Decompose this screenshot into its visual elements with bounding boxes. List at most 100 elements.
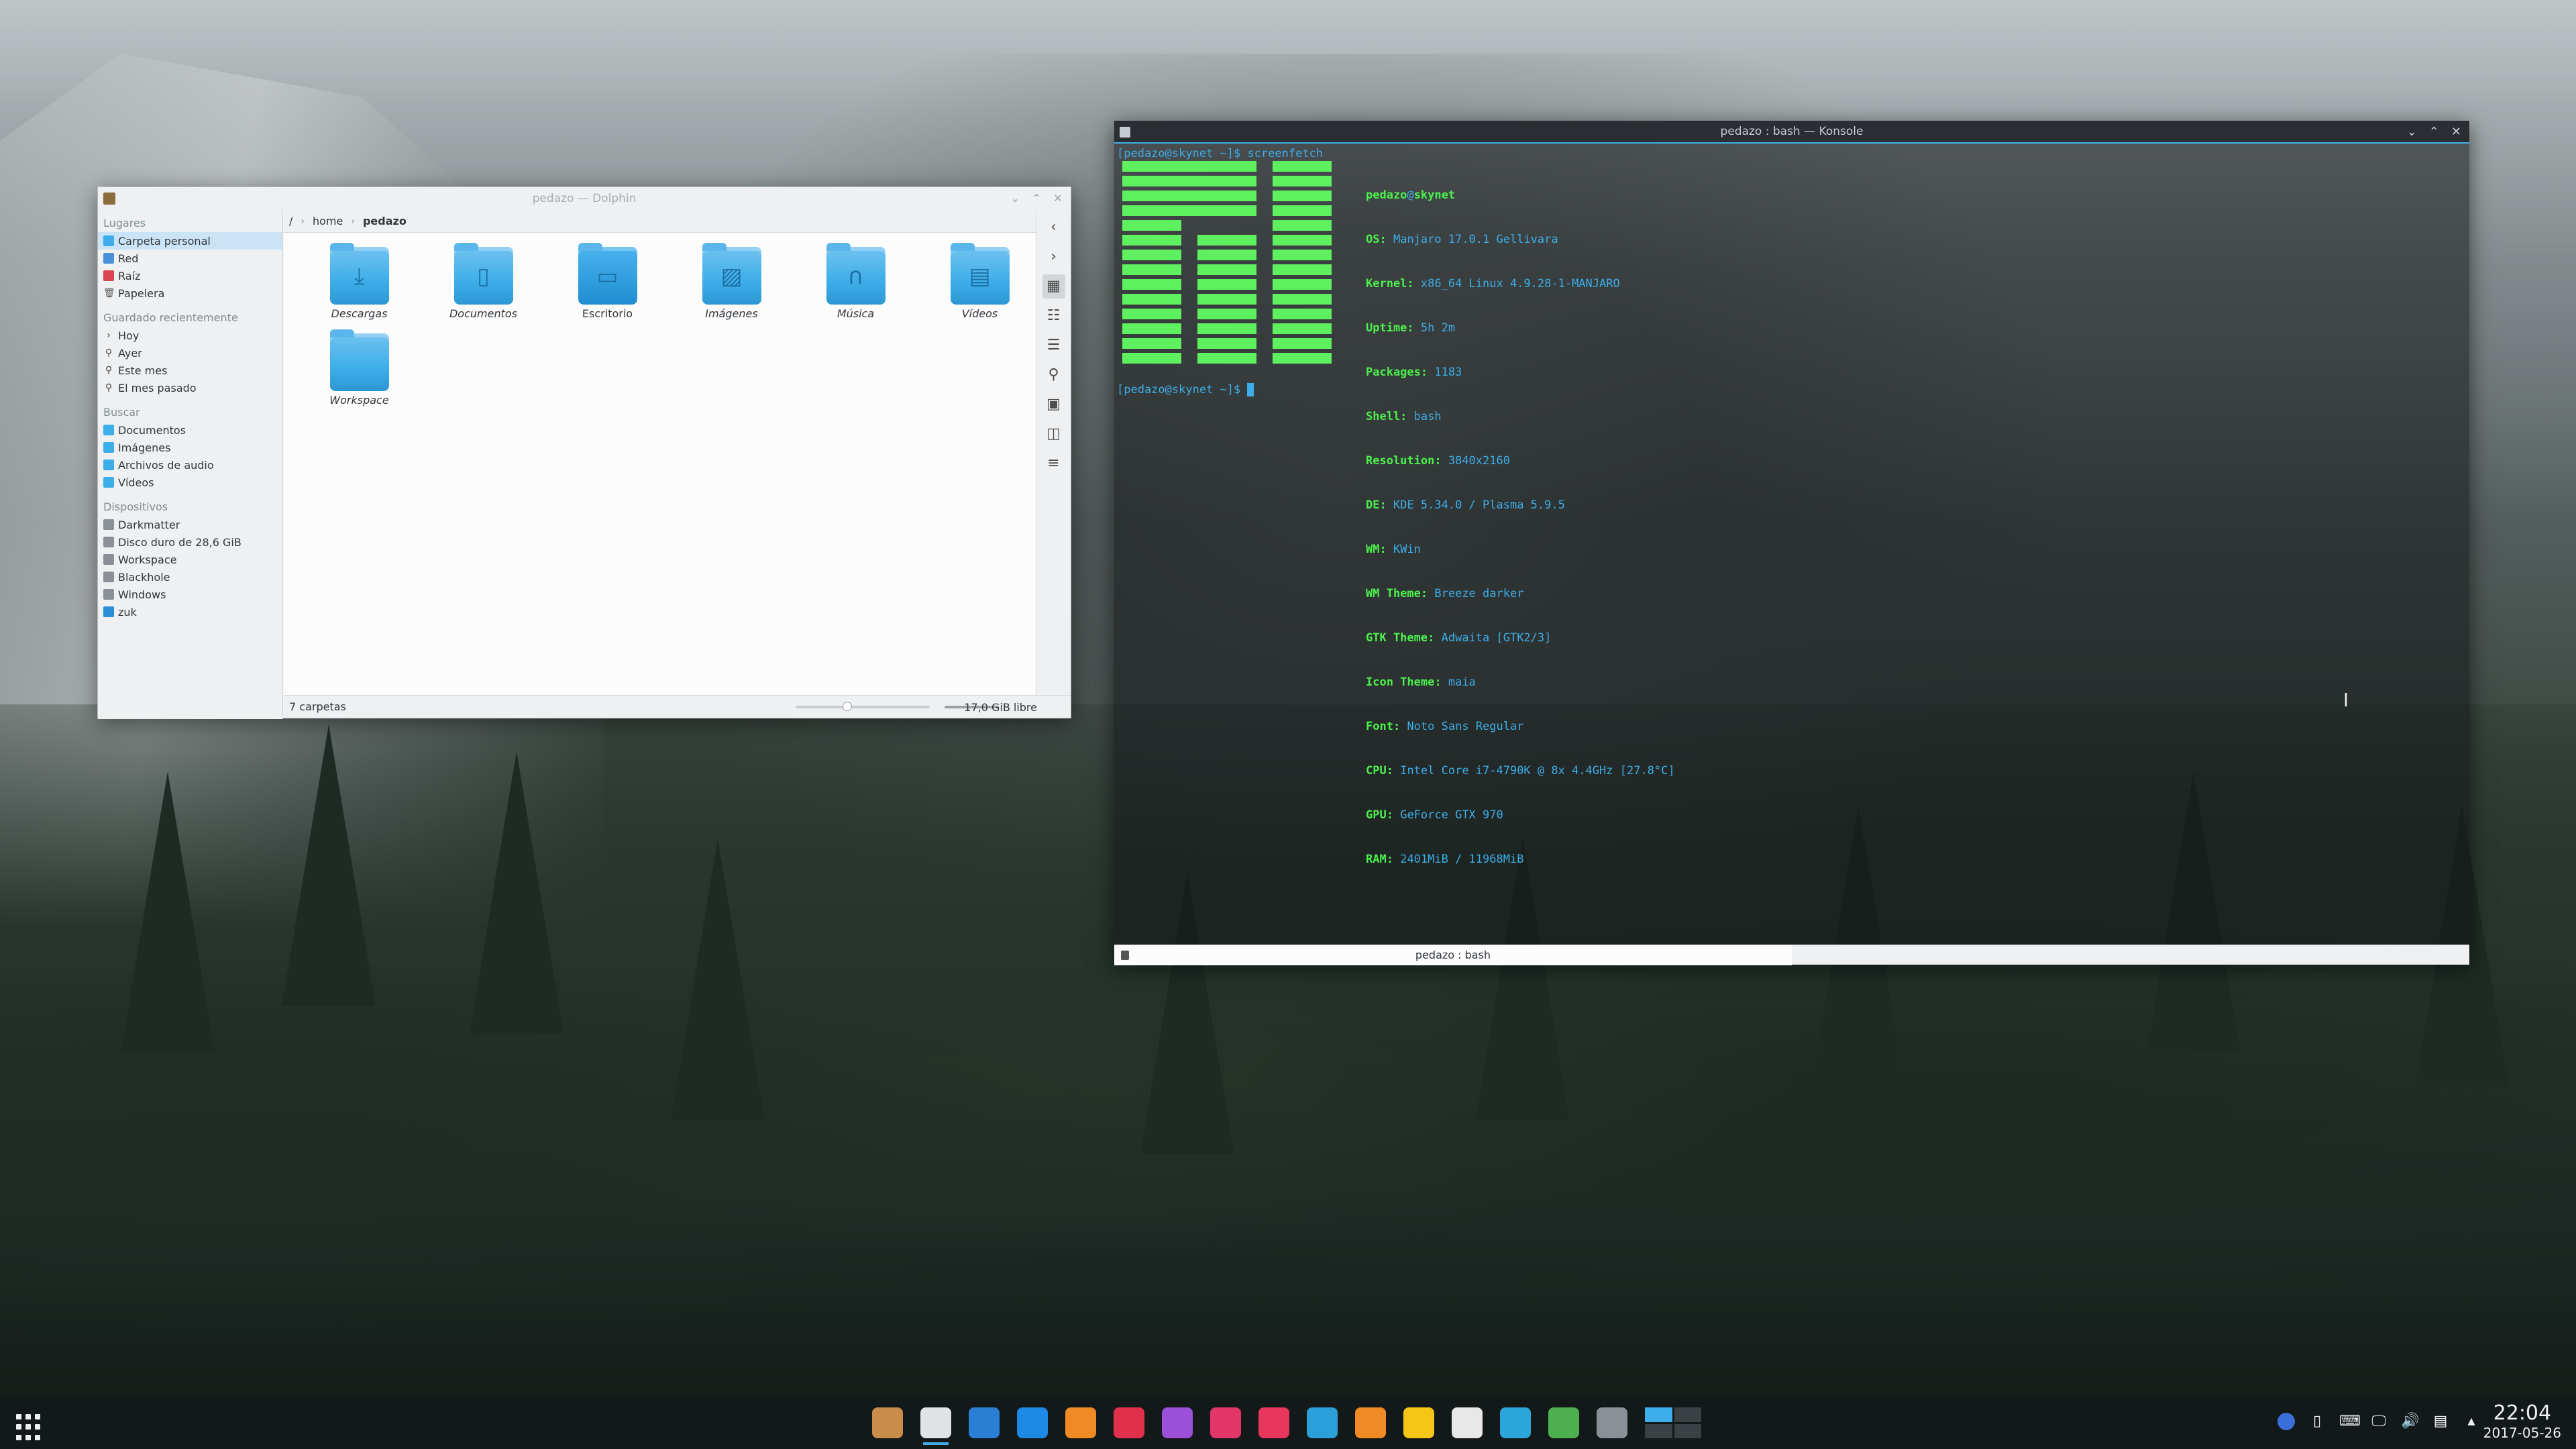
- sidebar-item-documents[interactable]: Documentos: [98, 421, 282, 439]
- info-row: GTK Theme: Adwaita [GTK2/3]: [1366, 631, 1552, 645]
- sidebar-item-trash[interactable]: 🗑 Papelera: [98, 284, 282, 302]
- dolphin-app-icon[interactable]: [103, 193, 115, 205]
- taskbar-app-icon[interactable]: [1597, 1407, 1627, 1438]
- zoom-handle[interactable]: [843, 702, 852, 711]
- search-icon: ⚲: [105, 347, 113, 358]
- close-icon[interactable]: ✕: [1052, 193, 1064, 205]
- taskbar-app-icon[interactable]: [1355, 1407, 1386, 1438]
- browser-tray-icon[interactable]: [2277, 1413, 2295, 1430]
- sidebar-item-last-month[interactable]: ⚲ El mes pasado: [98, 379, 282, 396]
- taskbar-app-icon[interactable]: [872, 1407, 903, 1438]
- compact-view-icon[interactable]: ☷: [1042, 304, 1065, 328]
- dolphin-window[interactable]: pedazo — Dolphin ⌄ ⌃ ✕ Lugares Carpeta p…: [97, 186, 1071, 719]
- sidebar-item-root[interactable]: Raíz: [98, 267, 282, 284]
- folder-item[interactable]: ▤ Vídeos: [918, 243, 1042, 320]
- info-row: Font: Noto Sans Regular: [1366, 720, 1524, 733]
- sidebar-item-label: El mes pasado: [118, 381, 197, 394]
- chevron-right-icon: ›: [107, 330, 111, 341]
- taskbar-app-icon[interactable]: [1210, 1407, 1241, 1438]
- logo-block: [1273, 161, 1332, 368]
- keyboard-icon[interactable]: ⌨: [2339, 1413, 2361, 1430]
- minimize-icon[interactable]: ⌄: [2407, 121, 2417, 143]
- folder-item[interactable]: Workspace: [297, 329, 421, 407]
- folder-item[interactable]: ⤓ Descargas: [297, 243, 421, 320]
- icons-view-icon[interactable]: ▦: [1042, 274, 1065, 299]
- folder-item[interactable]: ▨ Imágenes: [669, 243, 794, 320]
- sidebar-item-yesterday[interactable]: ⚲ Ayer: [98, 344, 282, 362]
- minimize-icon[interactable]: ⌄: [1009, 193, 1021, 205]
- maximize-icon[interactable]: ⌃: [1030, 193, 1042, 205]
- user-host-line: pedazo@skynet: [1366, 188, 1675, 203]
- virtual-desktop-pager[interactable]: [1645, 1407, 1701, 1438]
- breadcrumb-current[interactable]: pedazo: [363, 215, 407, 227]
- logo-block: [1197, 235, 1256, 368]
- details-view-icon[interactable]: ☰: [1042, 333, 1065, 358]
- taskbar-app-icon[interactable]: [1114, 1407, 1144, 1438]
- maximize-icon[interactable]: ⌃: [2429, 121, 2439, 143]
- sidebar-item-videos[interactable]: Vídeos: [98, 474, 282, 491]
- back-icon[interactable]: ‹: [1042, 215, 1065, 239]
- menu-icon[interactable]: ≡: [1042, 451, 1065, 476]
- sidebar-item-disk[interactable]: Disco duro de 28,6 GiB: [98, 533, 282, 551]
- images-icon: [103, 442, 114, 453]
- tab-bash[interactable]: pedazo : bash: [1114, 945, 1792, 965]
- devices-heading: Dispositivos: [103, 500, 168, 513]
- volume-icon[interactable]: 🔊: [2401, 1413, 2419, 1430]
- sidebar-item-blackhole[interactable]: Blackhole: [98, 568, 282, 586]
- search-icon[interactable]: ⚲: [1042, 363, 1065, 387]
- chevron-right-icon: ›: [351, 215, 355, 227]
- taskbar-app-icon[interactable]: [1258, 1407, 1289, 1438]
- sidebar-item-workspace[interactable]: Workspace: [98, 551, 282, 568]
- taskbar-app-icon[interactable]: [1162, 1407, 1193, 1438]
- task-manager: [872, 1407, 1701, 1445]
- zoom-slider[interactable]: [796, 702, 930, 711]
- sidebar-item-audio[interactable]: Archivos de audio: [98, 456, 282, 474]
- kdeconnect-icon[interactable]: ▯: [2308, 1413, 2326, 1430]
- sidebar-item-home[interactable]: Carpeta personal: [98, 232, 282, 250]
- preview-icon[interactable]: ▣: [1042, 392, 1065, 417]
- download-folder-icon: ⤓: [329, 243, 389, 305]
- sidebar-item-this-month[interactable]: ⚲ Este mes: [98, 362, 282, 379]
- konsole-window[interactable]: pedazo : bash — Konsole ⌄ ⌃ ✕ [pedazo@sk…: [1114, 121, 2469, 965]
- wallpaper-tree: [671, 839, 765, 1120]
- sidebar-item-today[interactable]: › Hoy: [98, 327, 282, 344]
- sidebar-item-images[interactable]: Imágenes: [98, 439, 282, 456]
- konsole-app-icon[interactable]: [1120, 127, 1130, 138]
- taskbar-app-icon[interactable]: [1500, 1407, 1531, 1438]
- folder-item[interactable]: ▯ Documentos: [421, 243, 545, 320]
- taskbar-app-icon[interactable]: [969, 1407, 1000, 1438]
- folder-item[interactable]: ∩ Música: [794, 243, 918, 320]
- root-folder-icon: [103, 270, 114, 281]
- folder-item[interactable]: ▭ Escritorio: [545, 243, 669, 320]
- terminal-output[interactable]: [pedazo@skynet ~]$ screenfetch pedazo@sk…: [1114, 144, 2469, 945]
- taskbar-app-icon[interactable]: [1452, 1407, 1483, 1438]
- taskbar-app-icon[interactable]: [1403, 1407, 1434, 1438]
- sidebar-item-network[interactable]: Red: [98, 250, 282, 267]
- taskbar-app-icon[interactable]: [920, 1407, 951, 1445]
- sidebar-item-label: Hoy: [118, 329, 140, 342]
- sidebar-item-darkmatter[interactable]: Darkmatter: [98, 516, 282, 533]
- taskbar-app-icon[interactable]: [1548, 1407, 1579, 1438]
- sidebar-item-windows[interactable]: Windows: [98, 586, 282, 603]
- terminal-icon: [1121, 951, 1129, 960]
- taskbar-app-icon[interactable]: [1307, 1407, 1338, 1438]
- konsole-titlebar[interactable]: pedazo : bash — Konsole ⌄ ⌃ ✕: [1114, 121, 2469, 144]
- dolphin-titlebar[interactable]: pedazo — Dolphin ⌄ ⌃ ✕: [98, 187, 1071, 210]
- file-view[interactable]: / › home › pedazo ⤓ Descargas ▯ Documentos…: [284, 210, 1036, 696]
- info-row: Icon Theme: maia: [1366, 676, 1476, 689]
- taskbar-app-icon[interactable]: [1065, 1407, 1096, 1438]
- expand-tray-icon[interactable]: ▴: [2463, 1413, 2480, 1430]
- taskbar-app-icon[interactable]: [1017, 1407, 1048, 1438]
- network-icon[interactable]: 🖵: [2370, 1413, 2387, 1430]
- breadcrumb-home[interactable]: home: [313, 215, 343, 227]
- sidebar-item-zuk[interactable]: zuk: [98, 603, 282, 621]
- breadcrumb-root[interactable]: /: [289, 215, 292, 227]
- close-icon[interactable]: ✕: [2451, 121, 2461, 143]
- pictures-folder-icon: ▨: [702, 243, 761, 305]
- split-icon[interactable]: ◫: [1042, 422, 1065, 446]
- folder-icon: [329, 329, 389, 391]
- app-launcher-icon[interactable]: [16, 1414, 43, 1441]
- digital-clock[interactable]: 22:04 2017-05-26: [2483, 1402, 2561, 1442]
- clipboard-icon[interactable]: ▤: [2432, 1413, 2449, 1430]
- forward-icon[interactable]: ›: [1042, 245, 1065, 269]
